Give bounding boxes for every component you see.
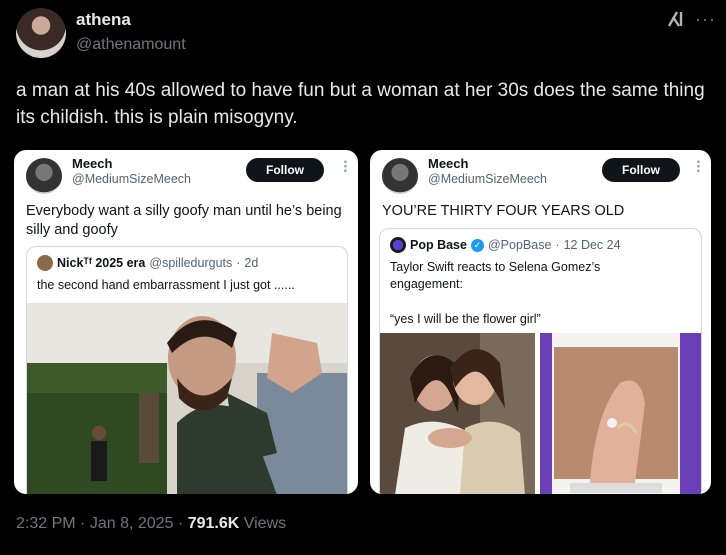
author-handle[interactable]: @athenamount bbox=[76, 36, 186, 54]
quoted-post-text-line-3: “yes I will be the flower girl” bbox=[390, 312, 541, 326]
embedded-more-icon[interactable]: ••• bbox=[692, 160, 703, 174]
quoted-post[interactable]: Pop Base ✓ @PopBase · 12 Dec 24 Taylor S… bbox=[379, 228, 702, 494]
embedded-author-name[interactable]: Meech bbox=[428, 156, 468, 171]
quoted-post-date: 12 Dec 24 bbox=[563, 238, 621, 252]
quoted-post-age: 2d bbox=[244, 256, 259, 270]
quoted-author-handle[interactable]: @PopBase bbox=[488, 238, 551, 252]
quoted-post-photo[interactable] bbox=[27, 303, 347, 494]
post-date[interactable]: Jan 8, 2025 bbox=[90, 515, 174, 532]
quoted-post-photo-right[interactable] bbox=[540, 333, 701, 494]
separator: · bbox=[177, 515, 184, 532]
quoted-author-avatar[interactable] bbox=[390, 237, 406, 253]
embedded-author-name[interactable]: Meech bbox=[72, 156, 112, 171]
views-count[interactable]: 791.6K bbox=[188, 515, 240, 532]
quoted-author-name[interactable]: Pop Base bbox=[410, 238, 467, 252]
embedded-post-text: YOU’RE THIRTY FOUR YEARS OLD bbox=[382, 203, 625, 219]
embedded-author-avatar[interactable] bbox=[26, 158, 62, 194]
embedded-author-avatar[interactable] bbox=[382, 158, 418, 194]
quoted-post-photo-left[interactable] bbox=[380, 333, 535, 494]
quoted-author-handle[interactable]: @spilledurguts bbox=[149, 256, 232, 270]
post-time[interactable]: 2:32 PM bbox=[16, 515, 76, 532]
embedded-post-text: Everybody want a silly goofy man until h… bbox=[26, 203, 342, 238]
quoted-post[interactable]: Nickᵀᶠ 2025 era @spilledurguts · 2d the … bbox=[26, 246, 348, 494]
post-text: a man at his 40s allowed to have fun but… bbox=[16, 80, 705, 128]
quoted-author-avatar[interactable] bbox=[37, 255, 53, 271]
author-avatar[interactable] bbox=[16, 8, 66, 58]
quoted-post-text-line-1: Taylor Swift reacts to Selena Gomez’s bbox=[390, 260, 601, 274]
post-meta: 2:32 PM · Jan 8, 2025 · 791.6K Views bbox=[16, 515, 286, 533]
embedded-author-handle[interactable]: @MediumSizeMeech bbox=[428, 172, 547, 186]
embedded-author-handle[interactable]: @MediumSizeMeech bbox=[72, 172, 191, 186]
quoted-post-header: Pop Base ✓ @PopBase · 12 Dec 24 bbox=[390, 237, 621, 253]
verified-icon: ✓ bbox=[470, 238, 484, 252]
embedded-post-right[interactable]: Meech @MediumSizeMeech Follow ••• YOU’RE… bbox=[370, 150, 711, 494]
grok-icon[interactable] bbox=[665, 8, 687, 30]
quoted-author-name[interactable]: Nickᵀᶠ 2025 era bbox=[57, 256, 145, 270]
embedded-more-icon[interactable]: ••• bbox=[339, 160, 350, 174]
follow-button[interactable]: Follow bbox=[246, 158, 324, 182]
separator: · bbox=[555, 238, 560, 252]
quoted-post-header: Nickᵀᶠ 2025 era @spilledurguts · 2d bbox=[37, 255, 258, 271]
author-name[interactable]: athena bbox=[76, 10, 131, 30]
views-label: Views bbox=[243, 515, 287, 532]
post-top-actions: ··· bbox=[665, 8, 716, 30]
separator: · bbox=[236, 256, 241, 270]
quoted-post-text-line-2: engagement: bbox=[390, 277, 463, 291]
more-icon[interactable]: ··· bbox=[695, 9, 716, 30]
quoted-post-text: the second hand embarrassment I just got… bbox=[37, 278, 295, 292]
separator: · bbox=[80, 515, 86, 532]
follow-button[interactable]: Follow bbox=[602, 158, 680, 182]
embedded-post-left[interactable]: Meech @MediumSizeMeech Follow ••• Everyb… bbox=[14, 150, 358, 494]
